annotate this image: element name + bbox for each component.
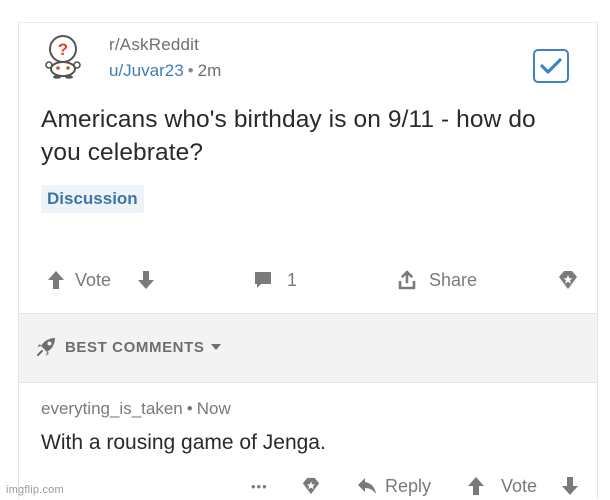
post-action-bar: Vote 1 Share xyxy=(41,263,589,297)
award-star-icon xyxy=(559,271,577,289)
downvote-arrow-icon xyxy=(138,271,154,289)
reply-arrow-icon xyxy=(358,478,376,494)
post-upvote-button[interactable] xyxy=(47,263,65,297)
comment-meta: everyting_is_taken • Now xyxy=(41,399,231,419)
rocket-icon xyxy=(37,338,55,356)
comment-author[interactable]: everyting_is_taken xyxy=(41,399,183,418)
comments-button[interactable]: 1 xyxy=(253,263,297,297)
select-checkbox[interactable] xyxy=(533,49,569,83)
post-header: ? r/AskReddit u/Juvar23 • 2m xyxy=(41,31,581,85)
share-button[interactable]: Share xyxy=(397,263,477,297)
meta-separator: • xyxy=(187,61,194,80)
comment-action-bar: ••• Reply Vote xyxy=(19,469,599,500)
comment-count: 1 xyxy=(287,269,298,290)
upvote-arrow-icon xyxy=(48,271,64,289)
comment-body: With a rousing game of Jenga. xyxy=(41,431,326,454)
comment-downvote-button[interactable] xyxy=(561,469,579,500)
comment-sort-dropdown[interactable]: BEST COMMENTS xyxy=(35,336,222,358)
share-icon xyxy=(398,270,416,290)
comment-age: Now xyxy=(196,399,231,418)
upvote-arrow-icon xyxy=(468,477,484,495)
svg-text:?: ? xyxy=(58,40,68,59)
award-button[interactable] xyxy=(557,263,579,297)
checkmark-icon xyxy=(540,58,562,74)
post-title[interactable]: Americans who's birthday is on 9/11 - ho… xyxy=(41,103,581,169)
comment-vote-label: Vote xyxy=(501,475,538,496)
post-meta: u/Juvar23 • 2m xyxy=(109,61,221,81)
post-age: 2m xyxy=(197,61,222,80)
comment-upvote-button[interactable] xyxy=(467,469,485,500)
sort-label: BEST COMMENTS xyxy=(65,338,205,356)
subreddit-name[interactable]: r/AskReddit xyxy=(109,35,199,55)
imgflip-watermark: imgflip.com xyxy=(6,484,64,496)
reply-label: Reply xyxy=(385,475,432,496)
downvote-arrow-icon xyxy=(562,477,578,495)
comment-award-button[interactable] xyxy=(301,469,321,500)
share-label: Share xyxy=(429,269,478,290)
reply-button[interactable]: Reply xyxy=(357,469,431,500)
post-flair[interactable]: Discussion xyxy=(41,185,144,213)
comment-bubble-icon xyxy=(255,272,271,288)
post-card: ? r/AskReddit u/Juvar23 • 2m Americans who… xyxy=(18,22,598,498)
more-options-button[interactable]: ••• xyxy=(251,469,268,500)
meta-separator: • xyxy=(186,399,193,418)
post-vote-label: Vote xyxy=(75,269,112,290)
post-downvote-button[interactable] xyxy=(137,263,155,297)
comment-sort-bar[interactable]: BEST COMMENTS xyxy=(19,313,597,383)
chevron-down-icon xyxy=(211,344,222,350)
subreddit-avatar-icon[interactable]: ? xyxy=(41,33,85,79)
post-author-link[interactable]: u/Juvar23 xyxy=(109,61,184,80)
award-star-icon xyxy=(302,477,320,495)
